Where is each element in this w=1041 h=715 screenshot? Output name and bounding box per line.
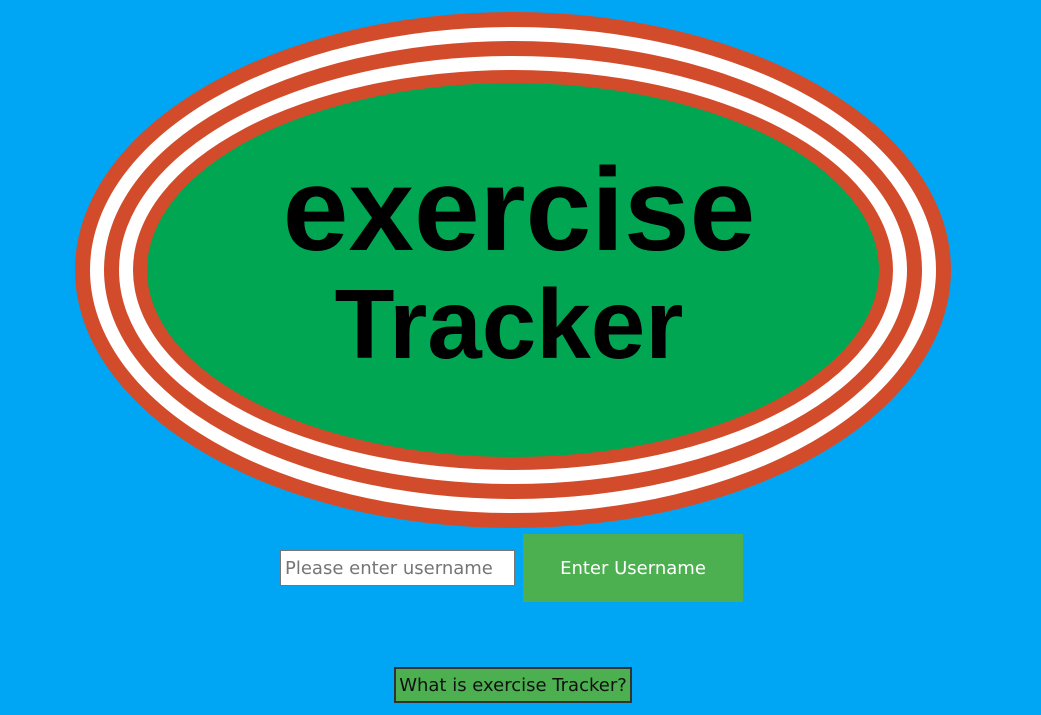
logo-word-tracker: Tracker bbox=[335, 269, 684, 379]
exercise-tracker-logo: exercise Tracker bbox=[75, 12, 951, 528]
username-form: Enter Username bbox=[280, 534, 743, 602]
page: exercise Tracker Enter Username What is … bbox=[0, 0, 1041, 715]
logo-word-exercise: exercise bbox=[283, 144, 755, 276]
what-is-exercise-tracker-button[interactable]: What is exercise Tracker? bbox=[394, 667, 632, 703]
enter-username-button[interactable]: Enter Username bbox=[523, 534, 743, 602]
username-input[interactable] bbox=[280, 550, 515, 586]
